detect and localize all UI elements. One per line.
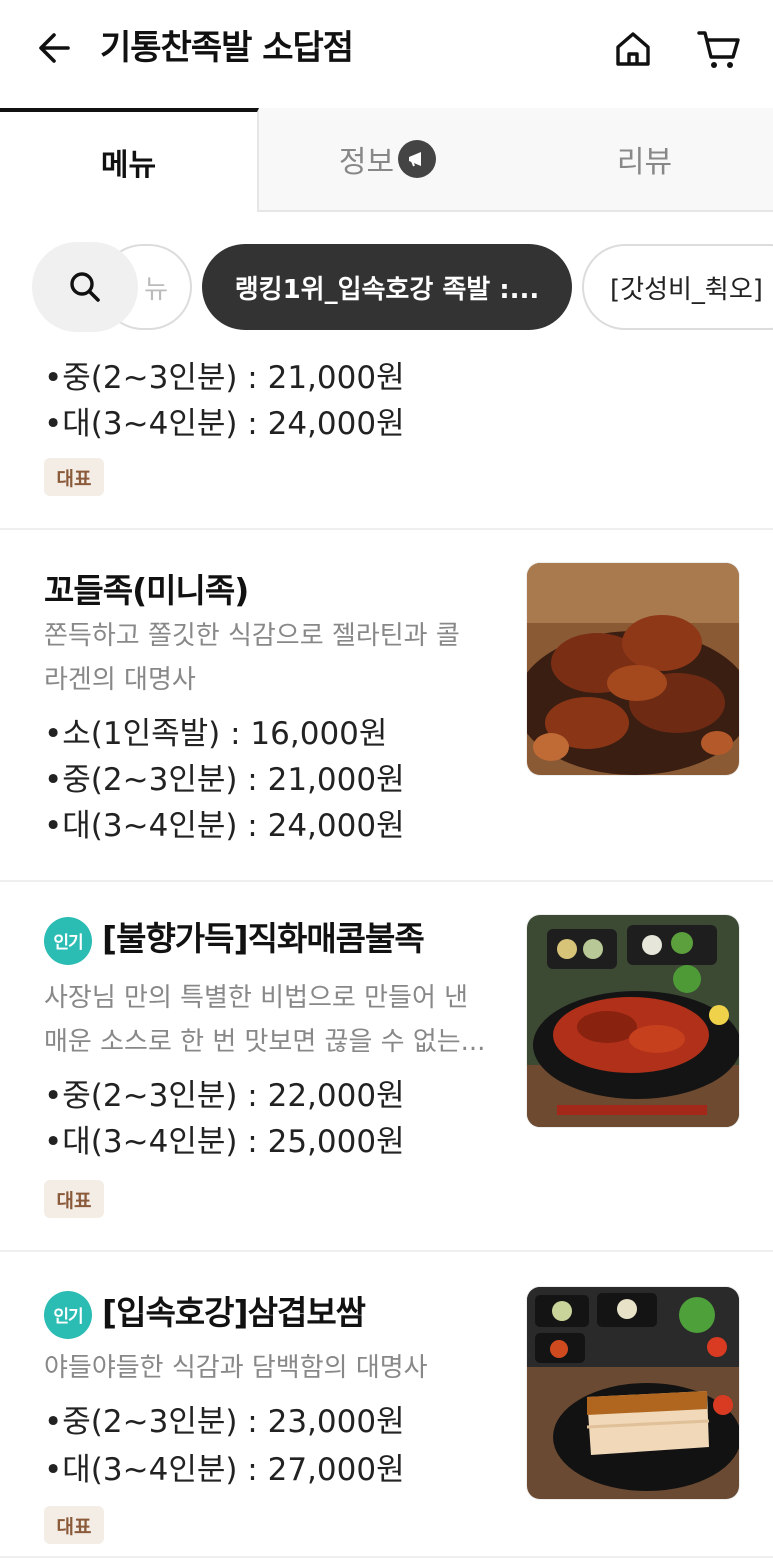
menu-item-photo[interactable] [526,562,740,776]
app-header: 기통찬족발 소답점 [0,0,773,108]
menu-item-name: [불향가득]직화매콤불족 [102,919,425,958]
category-chip-ranking[interactable]: 랭킹1위_입속호강 족발 :... [202,244,572,330]
search-icon [70,272,100,302]
tab-menu[interactable]: 메뉴 [0,108,259,212]
tab-info-label: 정보 [338,145,395,180]
menu-item-description: 쫀득하고 쫄깃한 식감으로 젤라틴과 콜 [44,621,460,651]
menu-item-name: [입속호강]삼겹보쌈 [102,1293,366,1332]
menu-item-price: •중(2~3인분) : 23,000원 [44,1404,405,1440]
menu-item-price: •대(3~4인분) : 24,000원 [44,406,405,442]
category-chips: 뉴 랭킹1위_입속호강 족발 :... [갓성비_췩오] [0,212,773,352]
menu-item-price: •중(2~3인분) : 22,000원 [44,1078,405,1114]
menu-item[interactable]: 꼬들족(미니족) 쫀득하고 쫄깃한 식감으로 젤라틴과 콜 라겐의 대명사 •소… [0,530,773,882]
menu-item-description: 야들야들한 식감과 담백함의 대명사 [44,1353,428,1383]
menu-item-photo[interactable] [526,914,740,1128]
category-chip-value-label: [갓성비_췩오] [610,274,763,305]
menu-item[interactable]: 인기 [입속호강]삼겹보쌈 야들야들한 식감과 담백함의 대명사 •중(2~3인분… [0,1252,773,1558]
menu-item-price: •중(2~3인분) : 21,000원 [44,762,405,798]
tab-reviews[interactable]: 리뷰 [516,108,773,210]
home-icon [616,32,650,66]
menu-item-name-row: 인기 [입속호강]삼겹보쌈 [44,1286,366,1339]
cart-button[interactable] [692,24,746,74]
menu-item[interactable]: •중(2~3인분) : 21,000원 •대(3~4인분) : 24,000원 … [0,352,773,530]
page-title: 기통찬족발 소답점 [100,28,354,68]
menu-item-photo[interactable] [526,1286,740,1500]
menu-search-button[interactable] [32,242,138,332]
home-button[interactable] [608,24,658,74]
category-chip-prev-label: 뉴 [144,274,168,305]
back-button[interactable] [30,24,78,72]
tab-info[interactable]: 정보 [259,108,516,210]
arrow-left-icon [39,33,70,63]
menu-item-description: 사장님 만의 특별한 비법으로 만들어 낸 [44,983,469,1013]
megaphone-icon [398,140,437,178]
menu-item-description: 매운 소스로 한 번 맛보면 끊을 수 없는... [44,1027,486,1057]
menu-item-description: 라겐의 대명사 [44,665,196,695]
tab-reviews-label: 리뷰 [616,145,673,180]
menu-item-price: •대(3~4인분) : 24,000원 [44,808,405,844]
category-chip-ranking-label: 랭킹1위_입속호강 족발 :... [234,274,540,305]
representative-tag: 대표 [44,1506,104,1544]
menu-item-price: •대(3~4인분) : 27,000원 [44,1452,405,1488]
representative-tag: 대표 [44,1180,104,1218]
popular-badge: 인기 [44,916,92,965]
popular-badge: 인기 [44,1290,92,1339]
menu-item-price: •중(2~3인분) : 21,000원 [44,360,405,396]
cart-icon [697,31,740,68]
menu-item-price: •대(3~4인분) : 25,000원 [44,1124,405,1160]
menu-item-price: •소(1인족발) : 16,000원 [44,716,388,752]
menu-item[interactable]: 인기 [불향가득]직화매콤불족 사장님 만의 특별한 비법으로 만들어 낸 매운 … [0,882,773,1252]
menu-item-name: 꼬들족(미니족) [44,571,249,610]
tab-menu-label: 메뉴 [100,148,157,183]
tab-bar: 메뉴 정보 리뷰 [0,108,773,212]
representative-tag: 대표 [44,458,104,496]
menu-item-name-row: 인기 [불향가득]직화매콤불족 [44,912,425,965]
category-chip-value[interactable]: [갓성비_췩오] [582,244,773,330]
